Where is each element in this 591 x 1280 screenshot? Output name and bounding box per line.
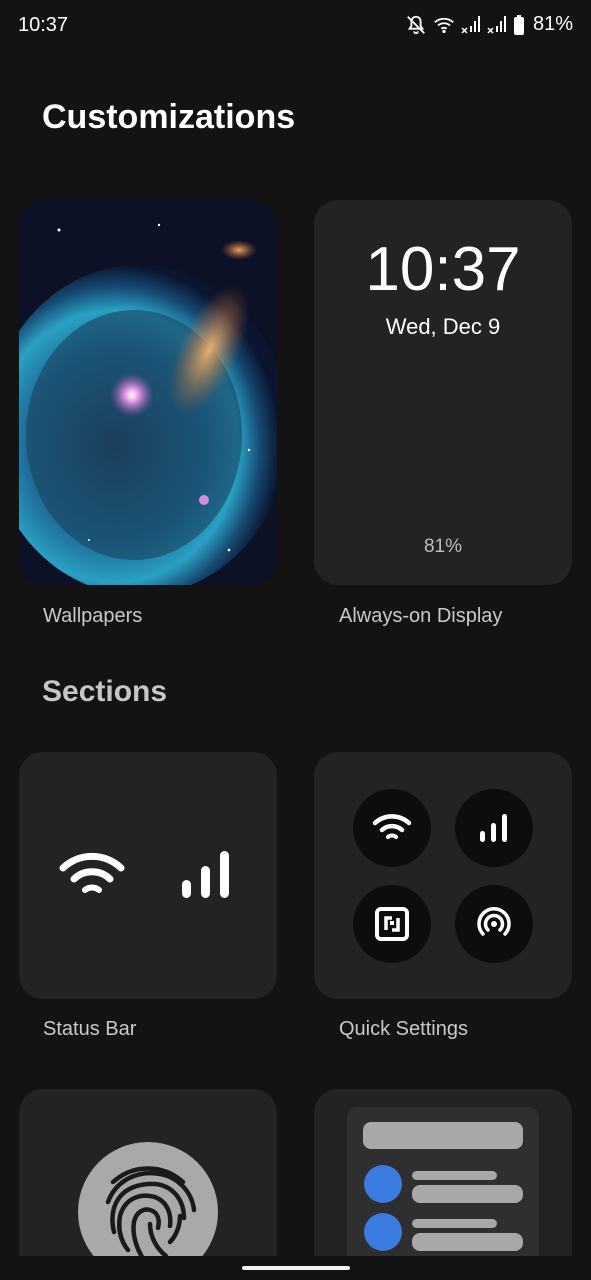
qs-tile-nfc (353, 885, 431, 963)
notification-line (412, 1233, 523, 1251)
page-title: Customizations (42, 98, 296, 136)
always-on-display-card[interactable]: 10:37 Wed, Dec 9 81% (314, 200, 572, 585)
battery-icon (513, 14, 524, 35)
notification-line (412, 1219, 497, 1228)
notification-app-dot (364, 1165, 402, 1203)
signal-x-icon (487, 15, 506, 34)
lock-screen-card[interactable] (19, 1089, 277, 1280)
aod-date: Wed, Dec 9 (385, 314, 501, 339)
wallpapers-label: Wallpapers (43, 605, 143, 627)
qs-tile-cellular (455, 789, 533, 867)
qs-tile-hotspot (455, 885, 533, 963)
status-bar: 10:37 81% (0, 0, 591, 52)
status-bar-card[interactable] (19, 752, 277, 999)
gesture-handle[interactable] (242, 1266, 350, 1270)
navigation-bar (0, 1256, 591, 1280)
notification-line (412, 1171, 497, 1180)
wallpaper-preview-image (19, 200, 277, 585)
nfc-icon (375, 907, 409, 941)
wallpapers-card[interactable] (19, 200, 277, 585)
wifi-icon (434, 17, 454, 33)
always-on-display-label: Always-on Display (339, 605, 503, 627)
hotspot-icon (477, 907, 511, 936)
quick-settings-card[interactable] (314, 752, 572, 999)
wifi-icon (372, 814, 412, 839)
aod-battery: 81% (423, 536, 463, 557)
battery-percent: 81% (532, 13, 573, 35)
status-time: 10:37 (18, 14, 69, 36)
signal-x-icon (461, 15, 480, 34)
sections-heading: Sections (42, 675, 168, 708)
status-icons: 81% (405, 13, 573, 36)
status-bar-label: Status Bar (43, 1018, 137, 1040)
cellular-signal-icon (480, 814, 507, 842)
notification-preview (347, 1107, 539, 1280)
aod-time: 10:37 (365, 235, 521, 304)
qs-tile-wifi (353, 789, 431, 867)
cellular-signal-icon (182, 851, 229, 898)
notification-header-bar (363, 1122, 523, 1149)
notifications-card[interactable] (314, 1089, 572, 1280)
notification-app-dot (364, 1213, 402, 1251)
wifi-icon (59, 852, 125, 893)
notifications-off-icon (407, 15, 425, 34)
quick-settings-label: Quick Settings (339, 1018, 468, 1040)
notification-line (412, 1185, 523, 1203)
